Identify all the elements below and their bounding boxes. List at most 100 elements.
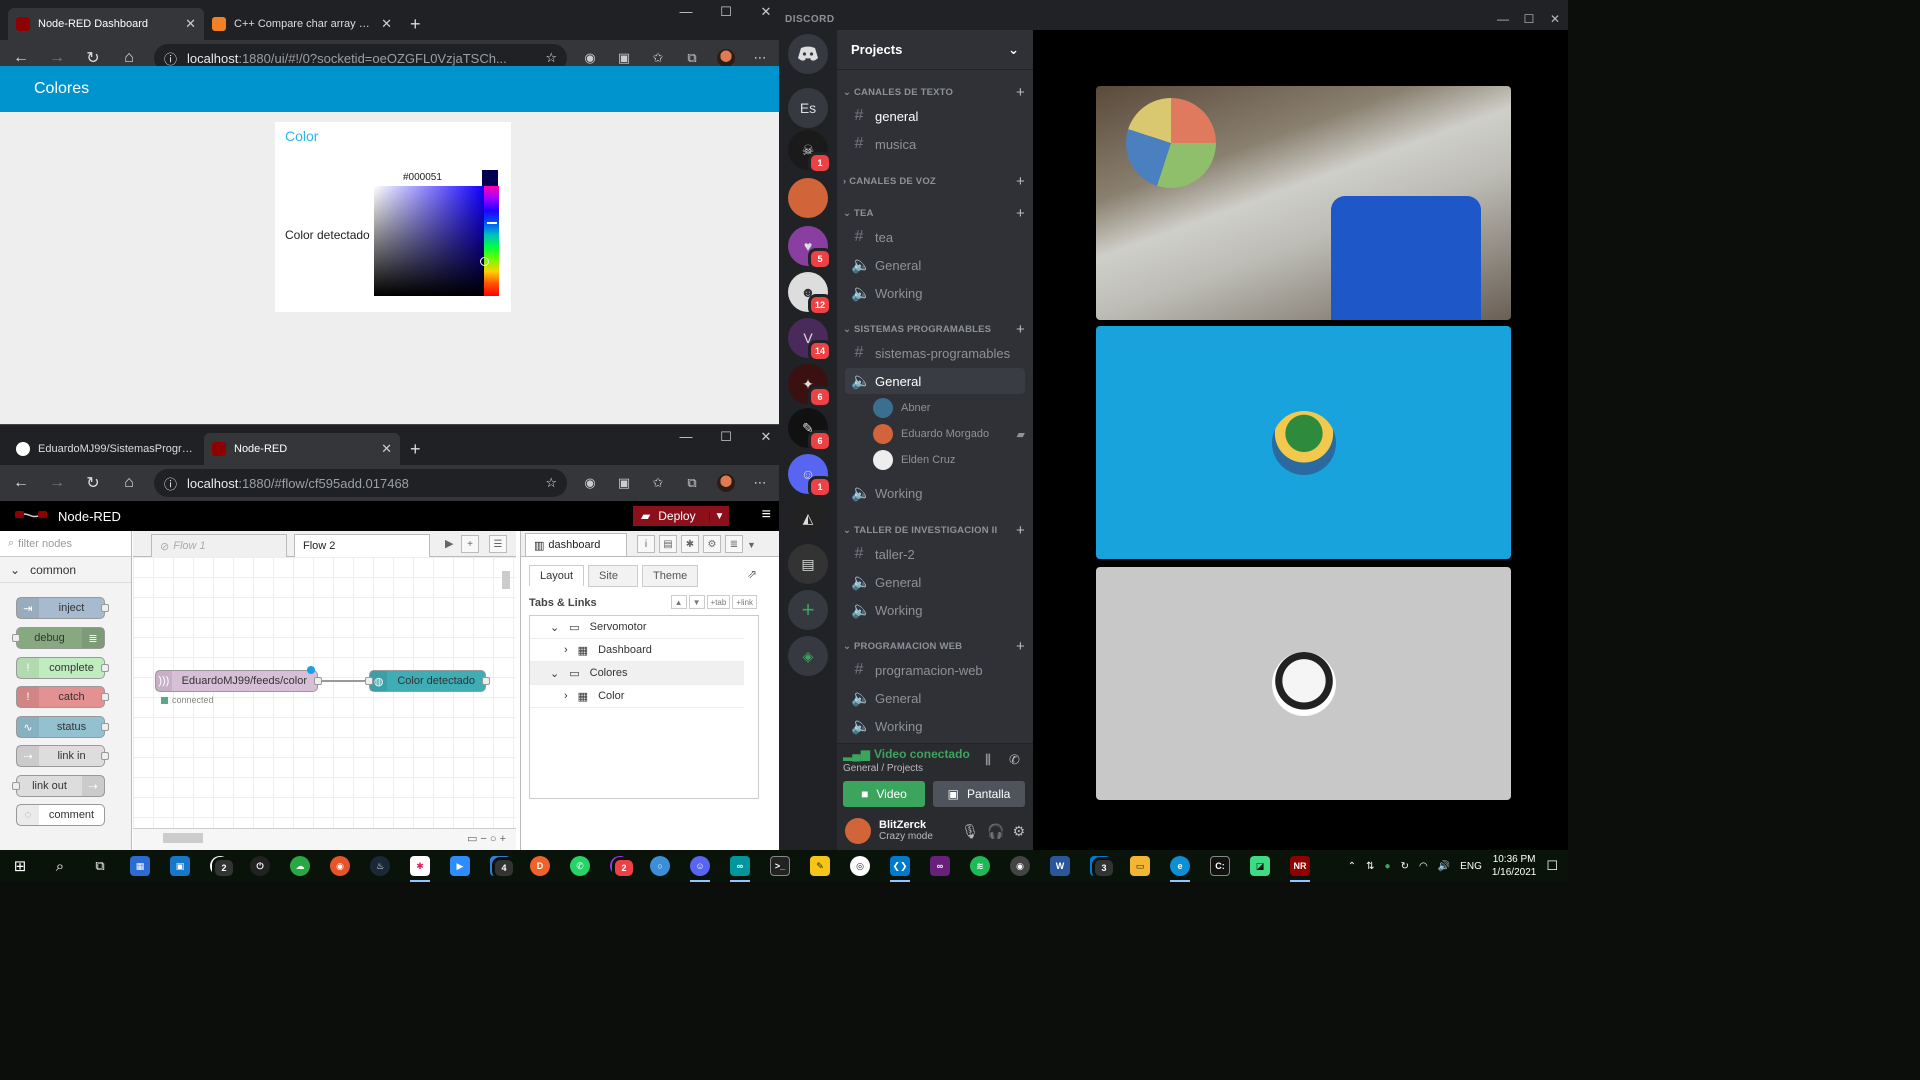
reload-icon[interactable]: ↻	[82, 48, 104, 68]
server-ghost-icon[interactable]: ☻ 12	[788, 272, 832, 316]
tab-layout[interactable]: Layout	[529, 565, 585, 587]
microphone-icon[interactable]: 🎙	[961, 823, 979, 840]
server-tools-icon[interactable]: ▤	[788, 544, 828, 584]
voice-channel-web-general[interactable]: 🔈 General	[845, 685, 1025, 711]
wire-connection[interactable]	[133, 557, 516, 827]
forward-icon[interactable]: →	[46, 474, 68, 492]
headphones-icon[interactable]: 🎧	[987, 823, 1004, 840]
maximize-icon[interactable]: ☐	[706, 4, 746, 20]
sidebar-menu-caret-icon[interactable]: ▼	[747, 540, 756, 550]
steam-icon[interactable]: ♨	[360, 850, 400, 882]
zoom-controls-icon[interactable]: ▭ − ○ +	[467, 832, 506, 845]
xbox-icon[interactable]: X2	[200, 850, 240, 882]
close-tab-icon[interactable]: ✕	[381, 441, 392, 457]
open-external-icon[interactable]: ⇗	[747, 567, 757, 581]
palette-node-link-in[interactable]: ⇢ link in	[16, 745, 109, 767]
hue-slider[interactable]	[484, 186, 499, 296]
dex-icon[interactable]: D	[520, 850, 560, 882]
favorites-icon[interactable]: ✩	[649, 49, 667, 67]
android-icon[interactable]: ◪	[1240, 850, 1280, 882]
profile-avatar[interactable]	[717, 474, 735, 492]
category-canales-de-voz[interactable]: › CANALES DE VOZ +	[843, 173, 1025, 190]
category-sistemas-programables[interactable]: ⌄ SISTEMAS PROGRAMABLES +	[843, 321, 1025, 338]
maximize-icon[interactable]: ☐	[1516, 12, 1542, 26]
word-icon[interactable]: W	[1040, 850, 1080, 882]
channel-sistemas-programables[interactable]: # sistemas-programables	[845, 340, 1025, 366]
server-red-icon[interactable]: ✦ 6	[788, 364, 832, 408]
file-explorer-icon[interactable]: ▭	[1120, 850, 1160, 882]
extension-circle-icon[interactable]: ◉	[581, 474, 599, 492]
back-icon[interactable]: ←	[10, 474, 32, 492]
tab-stackoverflow[interactable]: C++ Compare char array with string - Sta…	[204, 8, 400, 40]
palette-node-complete[interactable]: ! complete	[16, 657, 109, 679]
category-taller[interactable]: ⌄ TALLER DE INVESTIGACION II +	[843, 522, 1025, 539]
green-tray-icon[interactable]: ●	[1385, 861, 1391, 872]
favorites-icon[interactable]: ✩	[649, 474, 667, 492]
volume-icon[interactable]: 🔊	[1438, 861, 1450, 872]
add-server-icon[interactable]: +	[788, 590, 828, 630]
store-icon[interactable]: ▦	[120, 850, 160, 882]
visual-studio-icon[interactable]: ∞	[920, 850, 960, 882]
user-settings-gear-icon[interactable]: ⚙	[1012, 823, 1033, 840]
horizontal-scrollbar[interactable]	[163, 833, 203, 843]
tab-flow-1[interactable]: ⊘ Flow 1	[151, 534, 287, 557]
palette-node-inject[interactable]: ⇥ inject	[16, 597, 109, 619]
palette-node-status[interactable]: ∿ status	[16, 716, 109, 738]
add-channel-icon[interactable]: +	[1016, 638, 1025, 655]
info-icon[interactable]: i	[637, 535, 655, 553]
video-tile-camera[interactable]	[1096, 86, 1511, 320]
category-programacion-web[interactable]: ⌄ PROGRAMACION WEB +	[843, 638, 1025, 655]
tab-theme[interactable]: Theme	[642, 565, 699, 587]
info-icon[interactable]: ⓘ	[164, 474, 177, 493]
terminal-icon[interactable]: >_	[760, 850, 800, 882]
add-tab-button[interactable]: +tab	[706, 595, 731, 609]
new-tab-icon[interactable]: +	[410, 433, 421, 465]
browser-app-icon[interactable]: ◎	[840, 850, 880, 882]
cortana-icon[interactable]: ○	[640, 850, 680, 882]
forward-icon[interactable]: →	[46, 49, 68, 67]
chevron-up-icon[interactable]: ⌃	[1348, 861, 1356, 872]
main-menu-icon[interactable]: ≡	[762, 506, 771, 524]
add-channel-icon[interactable]: +	[1016, 173, 1025, 190]
server-skull-icon[interactable]: ☠ 1	[788, 130, 832, 174]
noise-suppression-icon[interactable]: ⫼	[985, 752, 991, 768]
notifications-icon[interactable]: ☐	[1546, 858, 1558, 874]
tab-github[interactable]: EduardoMJ99/SistemasProgramables	[8, 433, 204, 465]
rtc-location[interactable]: General / Projects	[843, 763, 923, 774]
add-channel-icon[interactable]: +	[1016, 205, 1025, 222]
profile-avatar[interactable]	[717, 49, 735, 67]
extension-square-icon[interactable]: ▣	[615, 474, 633, 492]
search-icon[interactable]: ⌕	[40, 850, 80, 882]
server-header[interactable]: Projects ⌄	[837, 30, 1033, 70]
slack-icon[interactable]: ✱	[400, 850, 440, 882]
server-discord-blue-icon[interactable]: ☺ 1	[788, 454, 832, 498]
sidebar-tab-dashboard[interactable]: ▥ dashboard	[525, 533, 627, 556]
sync-tray-icon[interactable]: ↻	[1401, 861, 1409, 872]
media-app-icon[interactable]: ◉	[1000, 850, 1040, 882]
discord-taskbar-icon[interactable]: ☺	[680, 850, 720, 882]
language-indicator[interactable]: ENG	[1460, 861, 1482, 872]
voice-channel-sp-working[interactable]: 🔈 Working	[845, 480, 1025, 506]
color-picker-handle[interactable]	[480, 257, 489, 266]
scroll-tabs-right-icon[interactable]: ▶	[445, 537, 453, 550]
home-icon[interactable]: ⌂	[118, 49, 140, 67]
network-tray-icon[interactable]: ⇅	[1366, 861, 1374, 872]
palette-node-link-out[interactable]: link out ⇢	[12, 775, 105, 797]
voice-user-eduardo[interactable]: Eduardo Morgado ▰	[873, 422, 1025, 446]
clock[interactable]: 10:36 PM 1/16/2021	[1492, 853, 1537, 879]
zoom-icon[interactable]: ▶	[440, 850, 480, 882]
flow-node-mqtt-in[interactable]: ))) EduardoMJ99/feeds/color	[155, 666, 322, 692]
move-up-button[interactable]: ▲	[670, 595, 687, 609]
flow-canvas[interactable]: ))) EduardoMJ99/feeds/color connected ◍ …	[133, 557, 516, 828]
deploy-menu-caret-icon[interactable]: ▼	[709, 510, 729, 522]
task-view-icon[interactable]: ⧉	[80, 850, 120, 882]
voice-channel-tea-general[interactable]: 🔈 General	[845, 252, 1025, 278]
gear-icon[interactable]: ⚙	[703, 535, 721, 553]
tree-item-colores[interactable]: ⌄ ▭ Colores	[530, 662, 744, 685]
vertical-scrollbar[interactable]	[502, 571, 510, 589]
flow-node-color-picker[interactable]: ◍ Color detectado	[365, 670, 490, 692]
mail-icon[interactable]: ✉3	[1080, 850, 1120, 882]
close-tab-icon[interactable]: ✕	[185, 16, 196, 32]
spotify-icon[interactable]: ≋	[960, 850, 1000, 882]
vscode-icon[interactable]: ❮❯	[880, 850, 920, 882]
